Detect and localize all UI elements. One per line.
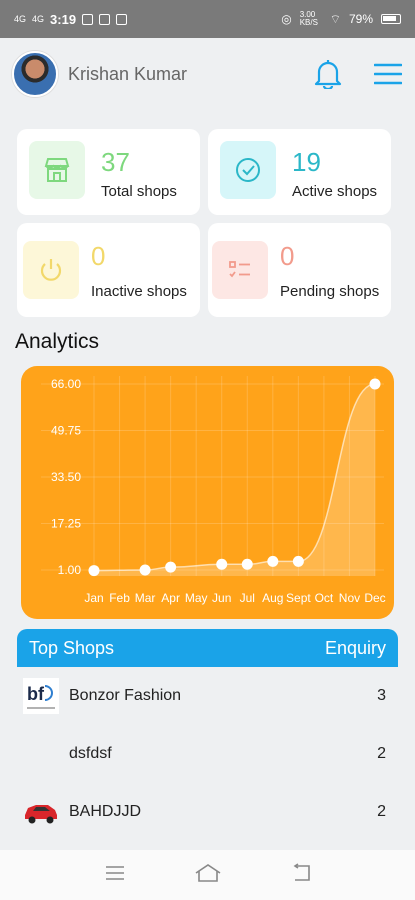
data-point [369, 378, 381, 390]
x-tick-label: May [185, 591, 208, 605]
analytics-title: Analytics [15, 330, 100, 353]
hamburger-menu-icon[interactable] [373, 59, 403, 89]
status-time: 3:19 [50, 11, 77, 27]
shop-name: dsfdsf [69, 745, 112, 762]
data-point [165, 561, 177, 573]
shop-name: Bonzor Fashion [69, 687, 182, 704]
stat-card-pending-shops[interactable]: 0 Pending shops [208, 223, 391, 317]
x-tick-label: Dec [364, 591, 385, 605]
shop-row[interactable]: dsfdsf 2 [17, 725, 398, 783]
x-tick-label: Feb [109, 591, 130, 605]
shop-enquiry-count: 2 [377, 803, 386, 820]
network-1: 4G [14, 14, 27, 24]
bonzor-logo: bf [23, 678, 59, 714]
stat-card-total-shops[interactable]: 37 Total shops [17, 129, 200, 215]
notification-icon [99, 13, 111, 25]
shop-name: BAHDJJD [69, 803, 142, 820]
data-point [139, 564, 151, 576]
x-tick-label: Jul [240, 591, 255, 605]
battery-icon [381, 14, 401, 24]
network-2: 4G [32, 14, 45, 24]
x-tick-label: Apr [161, 591, 180, 605]
check-circle-icon [220, 141, 276, 199]
x-tick-label: Jun [212, 591, 231, 605]
shop-enquiry-count: 3 [377, 687, 386, 704]
stat-label: Active shops [292, 183, 378, 200]
home-icon[interactable] [193, 862, 223, 889]
y-tick-label: 17.25 [51, 517, 81, 531]
stat-label: Pending shops [280, 283, 380, 300]
shop-icon [29, 141, 85, 199]
stat-value: 19 [292, 147, 321, 177]
x-tick-label: Nov [339, 591, 360, 605]
x-tick-label: Mar [135, 591, 156, 605]
status-bar: 4G 4G 3:19 ◎ 3.00 KB/S ⌔ 79% [0, 0, 415, 38]
avatar[interactable] [12, 51, 58, 97]
checklist-icon [212, 241, 268, 299]
data-point [216, 558, 228, 570]
y-tick-label: 66.00 [51, 377, 81, 391]
x-tick-label: Aug [262, 591, 283, 605]
stat-value: 0 [280, 241, 295, 271]
data-point [88, 565, 100, 577]
svg-text:bf: bf [27, 684, 45, 704]
top-shops-title: Top Shops [29, 637, 115, 658]
notification-icon [82, 13, 94, 25]
app-header: Krishan Kumar [0, 38, 415, 110]
bell-icon[interactable] [313, 59, 343, 89]
system-nav-bar [0, 850, 415, 900]
data-speed: 3.00 KB/S [299, 10, 318, 27]
top-shops-header: Top Shops Enquiry [17, 629, 398, 667]
shop-row[interactable]: BAHDJJD 2 [17, 783, 398, 841]
data-point [292, 555, 304, 567]
x-tick-label: Jan [84, 591, 103, 605]
stat-card-active-shops[interactable]: 19 Active shops [208, 129, 391, 215]
back-icon[interactable] [290, 862, 312, 888]
hotspot-icon: ◎ [281, 12, 292, 26]
x-tick-label: Sept [286, 591, 311, 605]
data-point [267, 555, 279, 567]
stat-value: 37 [101, 147, 130, 177]
wifi-icon: ⌔ [329, 11, 341, 26]
stat-label: Inactive shops [91, 283, 187, 300]
stat-label: Total shops [101, 183, 177, 200]
y-tick-label: 1.00 [58, 563, 82, 577]
shop-enquiry-count: 2 [377, 745, 386, 762]
shop-row[interactable]: bf Bonzor Fashion 3 [17, 667, 398, 725]
notification-icon [116, 13, 128, 25]
top-shops-table: Top Shops Enquiry bf Bonzor Fashion 3 ds… [17, 629, 398, 841]
enquiry-header: Enquiry [324, 637, 386, 658]
battery-percent: 79% [348, 12, 373, 26]
stat-card-inactive-shops[interactable]: 0 Inactive shops [17, 223, 200, 317]
series-area [94, 384, 375, 576]
shop-logo-placeholder [23, 736, 59, 772]
analytics-chart: 66.00 49.75 33.50 17.25 1.00 Jan Feb Mar Apr May J… [21, 366, 394, 619]
stat-value: 0 [91, 241, 106, 271]
y-tick-label: 49.75 [51, 424, 81, 438]
car-logo [23, 794, 59, 830]
menu-icon[interactable] [104, 864, 126, 887]
data-point [241, 558, 253, 570]
user-name: Krishan Kumar [68, 63, 188, 84]
y-tick-label: 33.50 [51, 470, 81, 484]
chart-svg: 66.00 49.75 33.50 17.25 1.00Jan Feb Mar Apr May J… [41, 376, 386, 605]
x-tick-label: Oct [315, 591, 334, 605]
power-icon [23, 241, 79, 299]
